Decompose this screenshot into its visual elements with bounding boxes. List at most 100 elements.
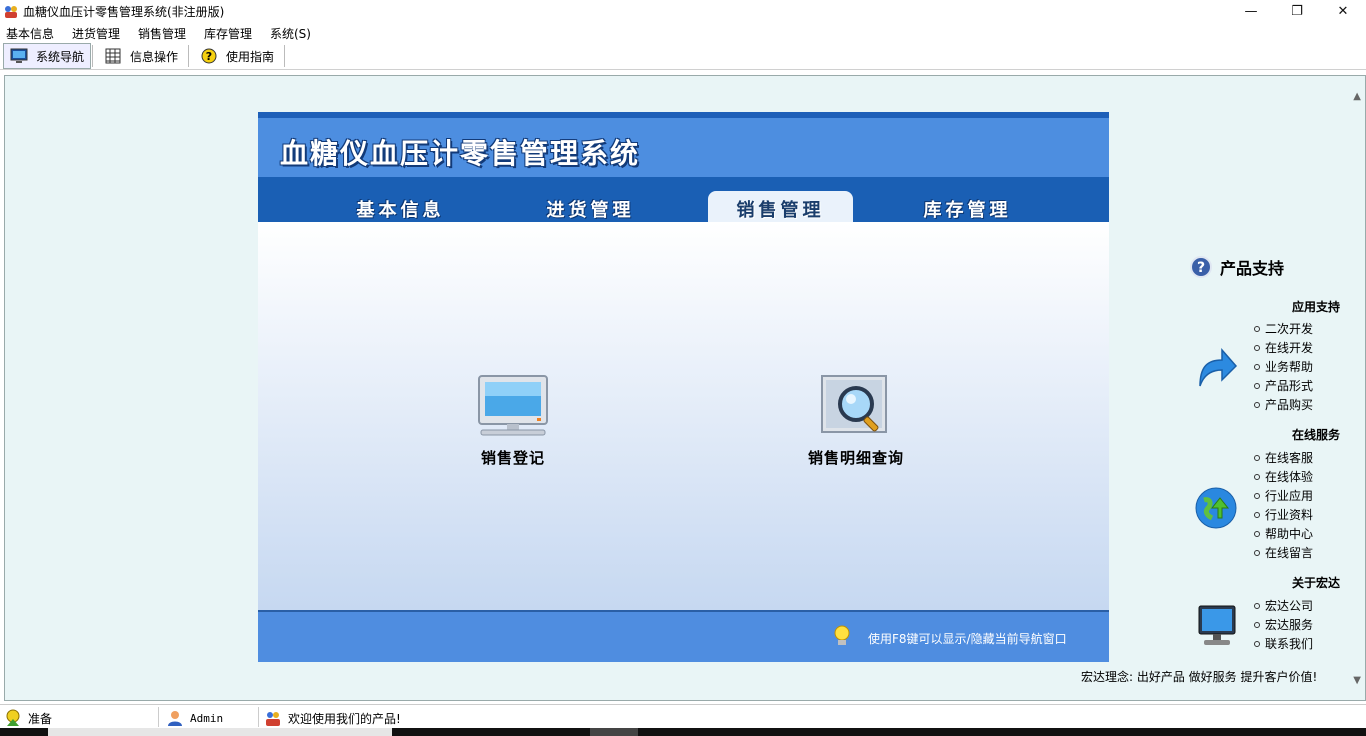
guide-button[interactable]: ? 使用指南 <box>194 43 280 69</box>
status-welcome: 欢迎使用我们的产品! <box>264 709 401 727</box>
bullet-icon <box>1254 474 1260 480</box>
sales-register-button[interactable]: 销售登记 <box>463 374 563 468</box>
menu-purchase[interactable]: 进货管理 <box>72 25 120 42</box>
section-title: 在线服务 <box>1291 428 1340 442</box>
link-online-cs[interactable]: 在线客服 <box>1254 449 1313 468</box>
link-product-form[interactable]: 产品形式 <box>1254 377 1313 396</box>
computer-monitor-icon <box>478 375 548 436</box>
monitor-icon <box>10 48 28 63</box>
arrow-icon <box>1199 348 1238 387</box>
taskbar-search[interactable] <box>48 728 392 736</box>
bullet-icon <box>1254 550 1260 556</box>
desktop-icon <box>1198 605 1236 645</box>
link-product-purchase[interactable]: 产品购买 <box>1254 396 1313 415</box>
user-icon <box>168 711 182 726</box>
app-icon <box>5 6 17 18</box>
link-online-message[interactable]: 在线留言 <box>1254 544 1313 563</box>
nav-toolbar-button[interactable]: 系统导航 <box>3 43 92 69</box>
bullet-icon <box>1254 531 1260 537</box>
menu-sales[interactable]: 销售管理 <box>138 25 186 42</box>
status-text: 准备 <box>28 711 53 726</box>
link-online-trial[interactable]: 在线体验 <box>1254 468 1313 487</box>
link-industry-docs[interactable]: 行业资料 <box>1254 506 1313 525</box>
link-label: 帮助中心 <box>1265 527 1314 541</box>
link-industry-app[interactable]: 行业应用 <box>1254 487 1313 506</box>
maximize-button[interactable]: ❐ <box>1274 0 1320 22</box>
section-title: 应用支持 <box>1291 300 1340 314</box>
lightbulb-icon <box>834 625 850 645</box>
panel-header: 血糖仪血压计零售管理系统 <box>258 112 1109 177</box>
status-ready: 准备 <box>4 709 52 727</box>
sales-detail-query-button[interactable]: 销售明细查询 <box>791 374 921 468</box>
link-help-center[interactable]: 帮助中心 <box>1254 525 1313 544</box>
link-service[interactable]: 宏达服务 <box>1254 616 1313 635</box>
toolbar-divider <box>188 45 189 67</box>
welcome-text: 欢迎使用我们的产品! <box>288 711 401 726</box>
panel-title: 血糖仪血压计零售管理系统 <box>280 137 641 170</box>
product-support-heading: ? 产品支持 <box>1190 255 1284 279</box>
status-icon <box>6 709 20 726</box>
svg-text:?: ? <box>206 50 212 63</box>
link-label: 行业应用 <box>1265 489 1314 503</box>
svg-text:?: ? <box>1197 260 1205 276</box>
link-secondary-dev[interactable]: 二次开发 <box>1254 320 1313 339</box>
link-label: 业务帮助 <box>1265 360 1314 374</box>
toolbar-label: 系统导航 <box>36 49 85 64</box>
bullet-icon <box>1254 603 1260 609</box>
link-label: 宏达公司 <box>1265 599 1314 613</box>
bullet-icon <box>1254 622 1260 628</box>
menu-basic-info[interactable]: 基本信息 <box>6 25 54 42</box>
bullet-icon <box>1254 364 1260 370</box>
tab-sales[interactable]: 销售管理 <box>708 191 853 222</box>
status-divider <box>258 707 259 727</box>
footer-hint: 使用F8键可以显示/隐藏当前导航窗口 <box>868 632 1067 646</box>
navigation-panel: 血糖仪血压计零售管理系统 基本信息 进货管理 销售管理 库存管理 销售登记 销售… <box>258 112 1109 662</box>
scroll-up-icon[interactable]: ▲ <box>1353 91 1361 102</box>
user-name: Admin <box>190 711 224 725</box>
bullet-icon <box>1254 641 1260 647</box>
bullet-icon <box>1254 383 1260 389</box>
menu-inventory[interactable]: 库存管理 <box>204 25 252 42</box>
close-button[interactable]: ✕ <box>1320 0 1366 22</box>
taskbar-app[interactable] <box>590 728 638 736</box>
tab-basic-info[interactable]: 基本信息 <box>328 191 473 222</box>
minimize-button[interactable]: — <box>1228 0 1274 22</box>
bullet-icon <box>1254 345 1260 351</box>
toolbar-label: 使用指南 <box>226 49 275 64</box>
link-label: 产品形式 <box>1265 379 1314 393</box>
link-company[interactable]: 宏达公司 <box>1254 597 1313 616</box>
bullet-icon <box>1254 455 1260 461</box>
bullet-icon <box>1254 493 1260 499</box>
question-icon: ? <box>1190 256 1212 278</box>
link-label: 在线留言 <box>1265 546 1314 560</box>
bullet-icon <box>1254 512 1260 518</box>
toolbar-divider <box>92 45 93 67</box>
about-list: 宏达公司 宏达服务 联系我们 <box>1254 597 1313 654</box>
bullet-icon <box>1254 326 1260 332</box>
link-label: 在线开发 <box>1265 341 1314 355</box>
link-label: 在线客服 <box>1265 451 1314 465</box>
link-contact[interactable]: 联系我们 <box>1254 635 1313 654</box>
magnifier-icon <box>821 375 887 433</box>
tab-purchase[interactable]: 进货管理 <box>518 191 663 222</box>
scroll-down-icon[interactable]: ▼ <box>1353 675 1361 686</box>
tab-inventory[interactable]: 库存管理 <box>895 191 1040 222</box>
globe-icon <box>1195 487 1237 529</box>
link-online-dev[interactable]: 在线开发 <box>1254 339 1313 358</box>
menu-system[interactable]: 系统(S) <box>270 25 311 42</box>
feature-label: 销售明细查询 <box>807 449 904 467</box>
users-icon <box>266 712 280 726</box>
online-service-list: 在线客服 在线体验 行业应用 行业资料 帮助中心 在线留言 <box>1254 449 1313 563</box>
info-ops-button[interactable]: 信息操作 <box>98 43 184 69</box>
feature-label: 销售登记 <box>480 449 545 467</box>
panel-body: 销售登记 销售明细查询 <box>258 222 1109 610</box>
status-divider <box>158 707 159 727</box>
app-support-list: 二次开发 在线开发 业务帮助 产品形式 产品购买 <box>1254 320 1313 415</box>
toolbar-label: 信息操作 <box>130 49 179 64</box>
grid-icon <box>105 48 121 64</box>
link-business-help[interactable]: 业务帮助 <box>1254 358 1313 377</box>
bullet-icon <box>1254 402 1260 408</box>
link-label: 宏达服务 <box>1265 618 1314 632</box>
company-slogan: 宏达理念: 出好产品 做好服务 提升客户价值! <box>1081 670 1318 684</box>
tab-bar: 基本信息 进货管理 销售管理 库存管理 <box>258 177 1109 222</box>
